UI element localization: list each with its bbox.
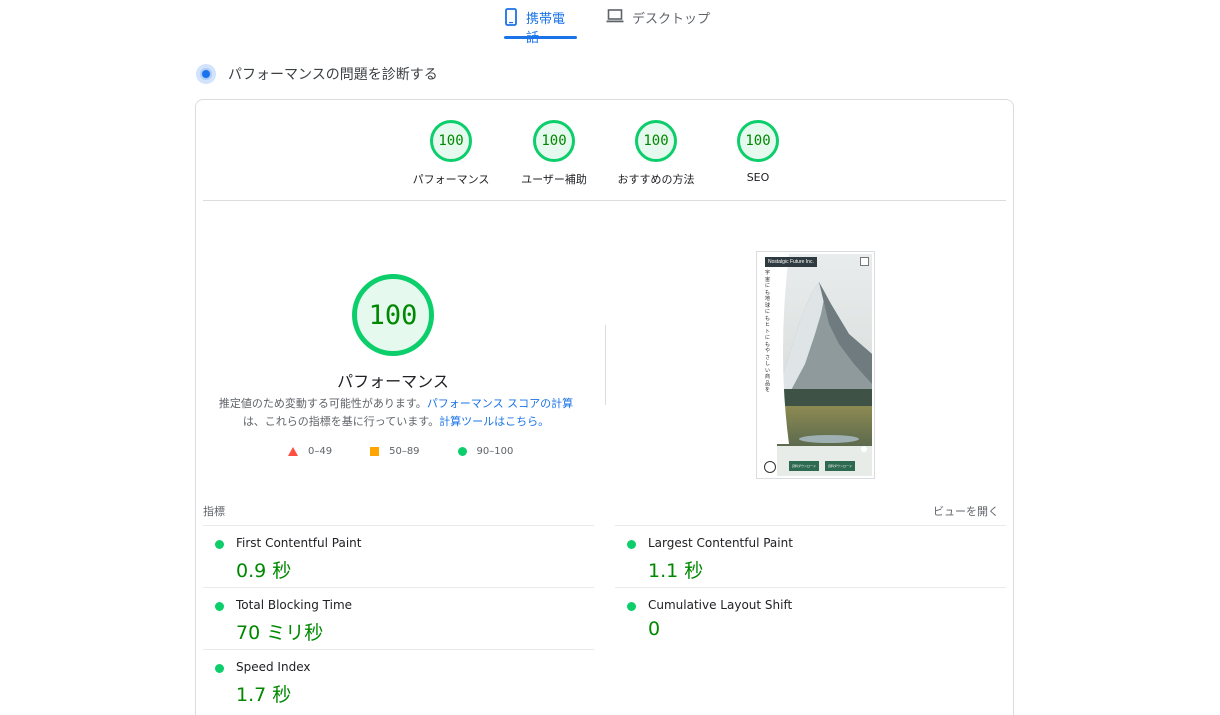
tab-desktop[interactable]: デスクトップ [606,8,710,38]
legend-fail-label: 0–49 [308,446,333,457]
score-legend: 0–49 50–89 90–100 [288,446,551,457]
gauge-score: 100 [737,120,779,162]
device-tabs: 携帯電話 デスクトップ [0,0,1220,46]
tab-mobile-label: 携帯電話 [526,12,566,46]
screenshot-button-2: 資料ダウンロード [825,461,855,471]
view-toggle-button[interactable]: ビューを開く [933,503,999,519]
legend-average: 50–89 [370,446,420,457]
page-screenshot: Nostalgic Future Inc. 宇宙にも地球にもヒトにもやさしい商品… [756,251,875,479]
score-calc-link[interactable]: パフォーマンス スコアの計算 [427,397,573,410]
metric-cls: Cumulative Layout Shift 0 [615,587,1006,649]
metric-value: 0.9 秒 [236,560,292,582]
screenshot-vertical-text: 宇宙にも地球にもヒトにもやさしい商品を [765,270,771,393]
pass-dot-icon [215,602,224,611]
pass-dot-icon [627,540,636,549]
pass-dot-icon [627,602,636,611]
metric-value: 1.1 秒 [648,560,704,582]
metric-name: Largest Contentful Paint [648,536,793,550]
gauge-seo[interactable]: 100 SEO [713,120,803,184]
metric-tbt: Total Blocking Time 70 ミリ秒 [203,587,594,649]
gauge-performance[interactable]: 100 パフォーマンス [406,120,496,187]
metric-fcp: First Contentful Paint 0.9 秒 [203,525,594,587]
metric-name: First Contentful Paint [236,536,362,550]
gauge-score: 100 [635,120,677,162]
legend-pass: 90–100 [457,446,514,457]
section-header: パフォーマンスの問題を診断する [196,64,438,84]
section-title: パフォーマンスの問題を診断する [228,67,438,83]
logo-icon [764,461,776,473]
gauge-label: パフォーマンス [412,173,490,186]
legend-average-label: 50–89 [389,446,420,457]
performance-description: 推定値のため変動する可能性があります。パフォーマンス スコアの計算 は、これらの… [216,395,576,431]
gauge-best-practices[interactable]: 100 おすすめの方法 [611,120,701,187]
laptop-icon [606,8,624,28]
divider [203,200,1006,201]
report-card: 100 パフォーマンス 100 ユーザー補助 100 おすすめの方法 100 S… [195,99,1014,715]
calculator-link[interactable]: 計算ツールはこちら。 [439,415,549,428]
metric-value: 1.7 秒 [236,684,292,706]
pass-dot-icon [215,540,224,549]
circle-icon [457,447,467,456]
tab-mobile[interactable]: 携帯電話 [504,8,577,46]
gauge-score: 100 [430,120,472,162]
gauge-label: SEO [746,171,770,184]
metrics-label: 指標 [203,505,225,518]
menu-icon [860,257,869,266]
smartphone-icon [504,8,518,30]
diagnose-icon [196,64,216,84]
metric-name: Cumulative Layout Shift [648,598,793,612]
gauge-score: 100 [533,120,575,162]
desc-text-1: 推定値のため変動する可能性があります。 [218,397,427,410]
vertical-divider [605,325,606,405]
pass-dot-icon [215,664,224,673]
category-gauges: 100 パフォーマンス 100 ユーザー補助 100 おすすめの方法 100 S… [196,120,1013,200]
active-tab-indicator [504,36,577,39]
desc-text-2: は、これらの指標を基に行っています。 [242,415,440,428]
gauge-accessibility[interactable]: 100 ユーザー補助 [509,120,599,187]
gauge-label: ユーザー補助 [521,173,587,186]
metric-name: Speed Index [236,660,311,674]
gauge-label: おすすめの方法 [617,173,695,186]
triangle-icon [288,447,298,456]
mountain-image [777,254,872,476]
performance-score-gauge: 100 [352,274,434,356]
metric-lcp: Largest Contentful Paint 1.1 秒 [615,525,1006,587]
metric-speed-index: Speed Index 1.7 秒 [203,649,594,711]
legend-pass-label: 90–100 [476,446,514,457]
square-icon [370,447,380,456]
screenshot-button-1: 資料ダウンロード [789,461,819,471]
screenshot-content: Nostalgic Future Inc. 宇宙にも地球にもヒトにもやさしい商品… [759,254,872,476]
metric-value: 70 ミリ秒 [236,622,324,644]
tab-desktop-label: デスクトップ [632,12,711,27]
metric-value: 0 [648,618,661,640]
performance-title: パフォーマンス [337,372,449,391]
screenshot-brand: Nostalgic Future Inc. [765,257,817,267]
metric-name: Total Blocking Time [236,598,353,612]
legend-fail: 0–49 [288,446,332,457]
